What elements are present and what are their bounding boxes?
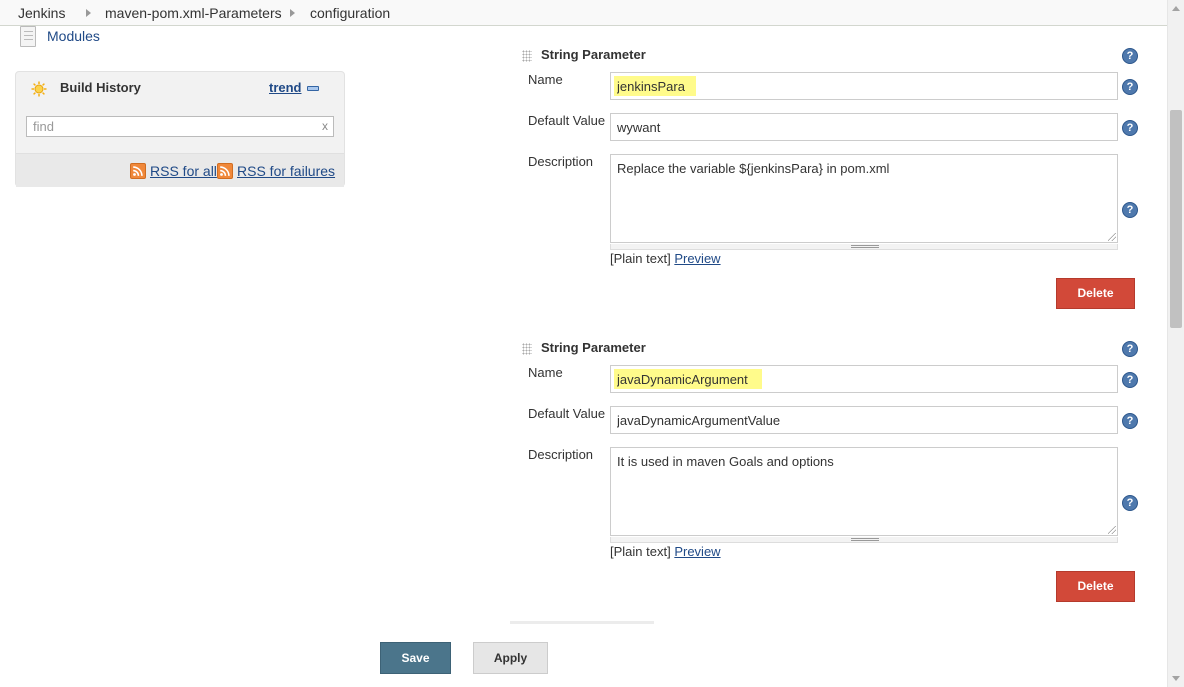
breadcrumb-job[interactable]: maven-pom.xml-Parameters [105, 5, 282, 21]
parameter-title: String Parameter [541, 47, 646, 62]
name-input[interactable] [611, 366, 1117, 392]
name-field [610, 72, 1118, 100]
clear-search-icon[interactable]: x [322, 119, 328, 133]
textarea-resize-handle[interactable] [610, 537, 1118, 543]
breadcrumb-configuration[interactable]: configuration [310, 5, 390, 21]
help-icon[interactable]: ? [1122, 372, 1138, 388]
name-label: Name [528, 72, 563, 87]
resize-grip-icon[interactable] [1108, 233, 1116, 241]
preview-link[interactable]: Preview [674, 251, 720, 266]
save-button[interactable]: Save [380, 642, 451, 674]
help-icon[interactable]: ? [1122, 341, 1138, 357]
breadcrumb-separator-icon [86, 9, 91, 17]
help-icon[interactable]: ? [1122, 48, 1138, 64]
scroll-down-icon[interactable] [1172, 676, 1180, 681]
default-value-label: Default Value [528, 406, 606, 421]
name-field [610, 365, 1118, 393]
default-value-input[interactable] [611, 407, 1117, 433]
description-label: Description [528, 447, 594, 462]
build-history-search: x [26, 116, 334, 137]
scroll-thumb[interactable] [1170, 110, 1182, 328]
name-label: Name [528, 365, 563, 380]
breadcrumb-separator-icon [290, 9, 295, 17]
delete-button[interactable]: Delete [1056, 278, 1135, 309]
build-search-input[interactable] [27, 117, 312, 136]
rss-icon[interactable] [130, 163, 146, 179]
document-icon [20, 26, 36, 47]
build-history-header: Build History trend [16, 72, 344, 104]
apply-button[interactable]: Apply [473, 642, 548, 674]
trend-icon[interactable] [307, 86, 319, 91]
name-input[interactable] [611, 73, 1117, 99]
plain-text-label: [Plain text] [610, 251, 671, 266]
help-icon[interactable]: ? [1122, 202, 1138, 218]
rss-icon[interactable] [217, 163, 233, 179]
default-value-field [610, 113, 1118, 141]
string-parameter-block: String Parameter ? Name ? Default Value … [510, 340, 1160, 608]
resize-grip-icon[interactable] [1108, 526, 1116, 534]
build-history-title: Build History [60, 80, 141, 95]
help-icon[interactable]: ? [1122, 79, 1138, 95]
help-icon[interactable]: ? [1122, 120, 1138, 136]
scroll-up-icon[interactable] [1172, 6, 1180, 11]
plain-text-label: [Plain text] [610, 544, 671, 559]
parameter-title: String Parameter [541, 340, 646, 355]
default-value-label: Default Value [528, 113, 606, 128]
help-icon[interactable]: ? [1122, 495, 1138, 511]
drag-handle-icon[interactable] [522, 343, 532, 355]
section-divider [510, 621, 654, 624]
rss-links-row: RSS for all RSS for failures [16, 153, 344, 187]
drag-handle-icon[interactable] [522, 50, 532, 62]
description-textarea[interactable]: Replace the variable ${jenkinsPara} in p… [611, 155, 1117, 242]
description-field: It is used in maven Goals and options [610, 447, 1118, 536]
default-value-field [610, 406, 1118, 434]
trend-link[interactable]: trend [269, 80, 302, 95]
preview-row: [Plain text] Preview [610, 251, 721, 266]
preview-row: [Plain text] Preview [610, 544, 721, 559]
textarea-resize-handle[interactable] [610, 244, 1118, 250]
description-textarea[interactable]: It is used in maven Goals and options [611, 448, 1117, 535]
string-parameter-block: String Parameter ? Name ? Default Value … [510, 47, 1160, 315]
build-history-panel: Build History trend x RSS for all RSS fo… [15, 71, 345, 187]
vertical-scrollbar[interactable] [1167, 0, 1184, 687]
delete-button[interactable]: Delete [1056, 571, 1135, 602]
modules-link[interactable]: Modules [47, 28, 100, 44]
breadcrumb: Jenkins maven-pom.xml-Parameters configu… [0, 0, 1167, 26]
rss-all-link[interactable]: RSS for all [150, 163, 217, 179]
breadcrumb-jenkins[interactable]: Jenkins [18, 5, 65, 21]
rss-failures-link[interactable]: RSS for failures [237, 163, 335, 179]
default-value-input[interactable] [611, 114, 1117, 140]
help-icon[interactable]: ? [1122, 413, 1138, 429]
preview-link[interactable]: Preview [674, 544, 720, 559]
description-label: Description [528, 154, 594, 169]
sun-icon [31, 81, 47, 97]
description-field: Replace the variable ${jenkinsPara} in p… [610, 154, 1118, 243]
